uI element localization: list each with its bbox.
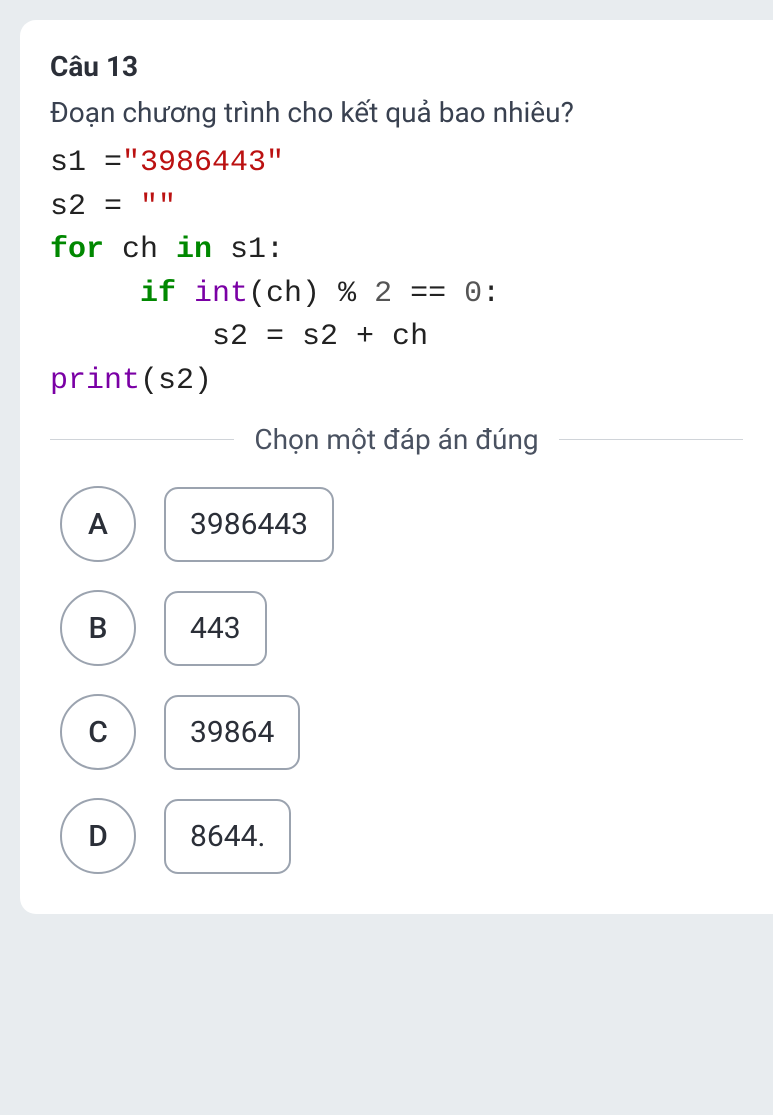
code-number: 0 [464,277,482,311]
code-token: (ch) [248,277,338,311]
code-keyword: in [176,233,212,267]
option-letter: A [60,486,136,562]
code-indent [50,277,140,311]
code-token: (s2) [140,364,212,398]
option-a[interactable]: A 3986443 [60,486,743,562]
code-operator: == [392,277,464,311]
code-token: ch [104,233,176,267]
option-letter: C [60,694,136,770]
question-number: Câu 13 [50,50,743,83]
code-function: int [176,277,248,311]
divider-line [559,439,743,440]
option-value: 3986443 [164,487,334,562]
option-d[interactable]: D 8644. [60,798,743,874]
instruction-divider: Chọn một đáp án đúng [50,423,743,456]
option-value: 443 [164,591,267,666]
options-list: A 3986443 B 443 C 39864 D 8644. [50,486,743,874]
question-text: Đoạn chương trình cho kết quả bao nhiêu? [50,93,743,132]
code-function: print [50,364,140,398]
option-c[interactable]: C 39864 [60,694,743,770]
code-operator: % [338,277,374,311]
instruction-text: Chọn một đáp án đúng [234,423,558,456]
code-token: = [104,146,122,180]
option-value: 8644. [164,799,291,874]
code-token: : [482,277,500,311]
option-letter: B [60,590,136,666]
code-keyword: for [50,233,104,267]
code-string: "3986443" [122,146,284,180]
divider-line [50,439,234,440]
option-letter: D [60,798,136,874]
code-number: 2 [374,277,392,311]
code-indent [50,320,212,354]
code-block: s1 ="3986443" s2 = "" for ch in s1: if i… [50,142,743,403]
code-token: s2 = s2 + ch [212,320,428,354]
code-keyword: if [140,277,176,311]
code-token: = [104,190,140,224]
question-card: Câu 13 Đoạn chương trình cho kết quả bao… [20,20,773,914]
option-value: 39864 [164,695,300,770]
code-token: s2 [50,190,104,224]
code-token: s1 [50,146,104,180]
option-b[interactable]: B 443 [60,590,743,666]
code-token: s1: [212,233,284,267]
code-string: "" [140,190,176,224]
